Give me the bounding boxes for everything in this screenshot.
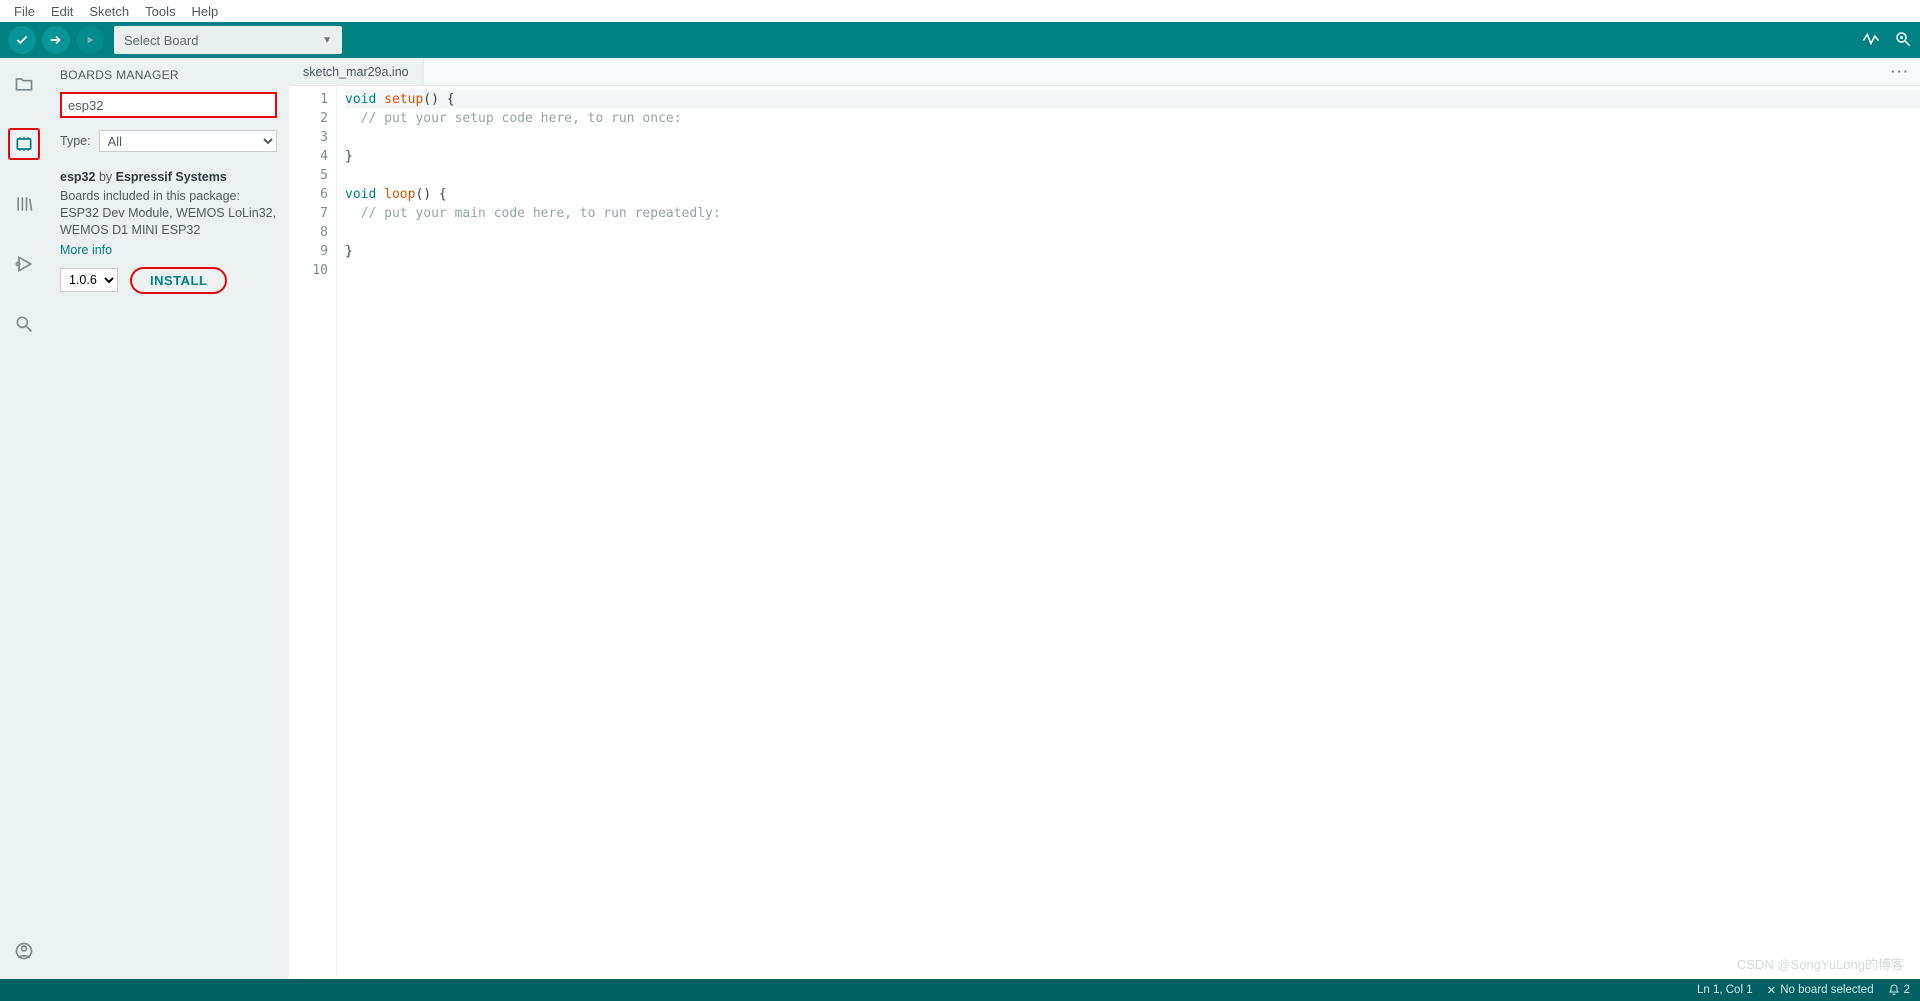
debug-button[interactable]	[76, 26, 104, 54]
bell-icon	[1888, 984, 1900, 996]
verify-button[interactable]	[8, 26, 36, 54]
package-name-row: esp32 by Espressif Systems	[60, 170, 277, 184]
sketchbook-icon[interactable]	[8, 68, 40, 100]
status-bar: Ln 1, Col 1 ✕ No board selected 2	[0, 979, 1920, 1001]
search-panel-icon[interactable]	[8, 308, 40, 340]
boards-search-input[interactable]	[60, 92, 277, 118]
board-package: esp32 by Espressif Systems Boards includ…	[60, 170, 277, 294]
board-select-dropdown[interactable]: Select Board ▼	[114, 26, 342, 54]
chevron-down-icon: ▼	[322, 35, 332, 46]
boards-manager-icon[interactable]	[8, 128, 40, 160]
install-button[interactable]: INSTALL	[130, 267, 227, 294]
main-area: BOARDS MANAGER Type: All esp32 by Espres…	[0, 58, 1920, 979]
included-boards: ESP32 Dev Module, WEMOS LoLin32, WEMOS D…	[60, 205, 277, 239]
code-content[interactable]: void setup() { // put your setup code he…	[337, 86, 1920, 979]
line-gutter: 12345678910	[289, 86, 337, 979]
tab-overflow-icon[interactable]: ···	[1881, 64, 1920, 79]
activity-bar	[0, 58, 48, 979]
editor-tabbar: sketch_mar29a.ino ···	[289, 58, 1920, 86]
upload-button[interactable]	[42, 26, 70, 54]
toolbar: Select Board ▼	[0, 22, 1920, 58]
type-filter-select[interactable]: All	[99, 130, 277, 152]
editor-area: sketch_mar29a.ino ··· 12345678910 void s…	[289, 58, 1920, 979]
debug-panel-icon[interactable]	[8, 248, 40, 280]
more-info-link[interactable]: More info	[60, 243, 277, 257]
menu-edit[interactable]: Edit	[43, 2, 81, 21]
board-status[interactable]: ✕ No board selected	[1767, 983, 1874, 997]
cursor-position[interactable]: Ln 1, Col 1	[1697, 984, 1753, 996]
menu-tools[interactable]: Tools	[137, 2, 183, 21]
menu-bar: File Edit Sketch Tools Help	[0, 0, 1920, 22]
serial-monitor-icon[interactable]	[1894, 30, 1912, 51]
editor-tab[interactable]: sketch_mar29a.ino	[289, 58, 424, 85]
close-icon: ✕	[1767, 983, 1777, 997]
boards-manager-panel: BOARDS MANAGER Type: All esp32 by Espres…	[48, 58, 289, 979]
menu-file[interactable]: File	[6, 2, 43, 21]
notifications[interactable]: 2	[1888, 984, 1910, 996]
serial-plotter-icon[interactable]	[1862, 30, 1880, 51]
menu-help[interactable]: Help	[183, 2, 226, 21]
board-select-label: Select Board	[124, 33, 198, 48]
panel-title: BOARDS MANAGER	[60, 68, 277, 82]
library-manager-icon[interactable]	[8, 188, 40, 220]
account-icon[interactable]	[8, 935, 40, 967]
type-label: Type:	[60, 134, 91, 148]
code-editor[interactable]: 12345678910 void setup() { // put your s…	[289, 86, 1920, 979]
menu-sketch[interactable]: Sketch	[81, 2, 137, 21]
version-select[interactable]: 1.0.6	[60, 268, 118, 292]
included-label: Boards included in this package:	[60, 188, 277, 205]
